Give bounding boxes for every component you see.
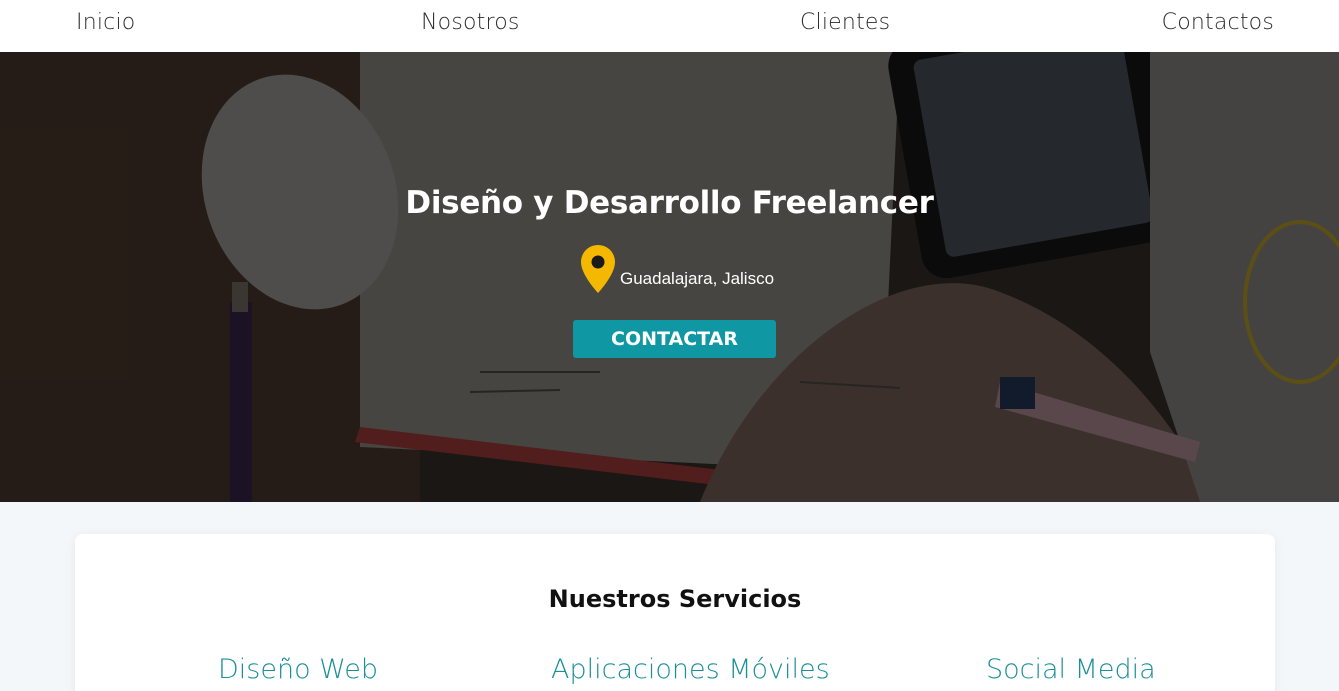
top-navigation: Inicio Nosotros Clientes Contactos — [0, 0, 1339, 52]
service-diseno-web[interactable]: Diseño Web — [218, 654, 378, 685]
map-pin-icon — [581, 245, 615, 293]
service-social-media[interactable]: Social Media — [986, 654, 1156, 685]
services-card: Nuestros Servicios Diseño Web Aplicacion… — [75, 534, 1275, 691]
hero-location: Guadalajara, Jalisco — [580, 244, 774, 294]
services-title: Nuestros Servicios — [548, 585, 802, 613]
location-text: Guadalajara, Jalisco — [620, 269, 775, 288]
contactar-button[interactable]: CONTACTAR — [573, 320, 776, 358]
hero-banner: Diseño y Desarrollo Freelancer Guadalaja… — [0, 52, 1339, 502]
nav-link-contactos[interactable]: Contactos — [1162, 10, 1274, 35]
nav-link-inicio[interactable]: Inicio — [76, 10, 135, 35]
service-aplicaciones-moviles[interactable]: Aplicaciones Móviles — [551, 654, 830, 685]
nav-link-nosotros[interactable]: Nosotros — [421, 10, 520, 35]
nav-link-clientes[interactable]: Clientes — [800, 10, 890, 35]
hero-title: Diseño y Desarrollo Freelancer — [405, 185, 934, 221]
